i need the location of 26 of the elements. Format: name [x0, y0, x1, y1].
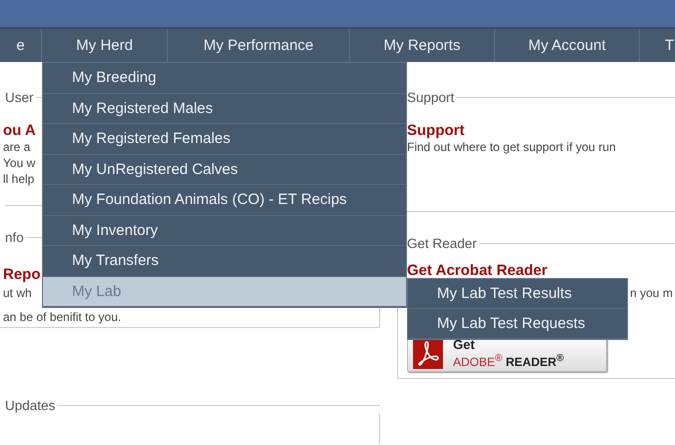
section-legend: Updates — [5, 398, 58, 412]
section-legend: Get Reader — [407, 236, 479, 250]
body-text: You w — [2, 155, 36, 171]
body-text: Find out where to get support if you run — [406, 139, 616, 155]
body-text: are a — [2, 139, 30, 155]
section-heading: Repo — [2, 266, 40, 283]
nav-tab[interactable]: e — [0, 29, 42, 62]
menu-item[interactable]: My Registered Females — [43, 124, 406, 154]
menu-item[interactable]: My Inventory — [43, 216, 406, 246]
nav-tab[interactable]: T — [640, 29, 675, 62]
body-text: an be of benifit to you. — [2, 309, 122, 326]
menu-item[interactable]: My Foundation Animals (CO) - ET Recips — [43, 185, 406, 216]
body-text: ll help — [2, 171, 34, 187]
menu-item[interactable]: My Lab Test Results — [408, 279, 627, 309]
menu-item[interactable]: My Lab Test Requests — [408, 309, 627, 339]
body-text: ut wh — [2, 285, 32, 302]
section-legend: User — [5, 90, 36, 104]
menu-item[interactable]: My Breeding — [43, 63, 406, 94]
menu-item[interactable]: My Registered Males — [43, 94, 406, 124]
nav-tab[interactable]: My Account — [495, 29, 640, 62]
acrobat-icon — [413, 337, 443, 369]
body-text: n you m — [630, 285, 673, 301]
section-legend: Support — [407, 90, 456, 104]
menu-item[interactable]: My UnRegistered Calves — [43, 154, 406, 185]
section-heading: ou A — [2, 122, 36, 139]
section-legend: nfo — [5, 230, 26, 244]
